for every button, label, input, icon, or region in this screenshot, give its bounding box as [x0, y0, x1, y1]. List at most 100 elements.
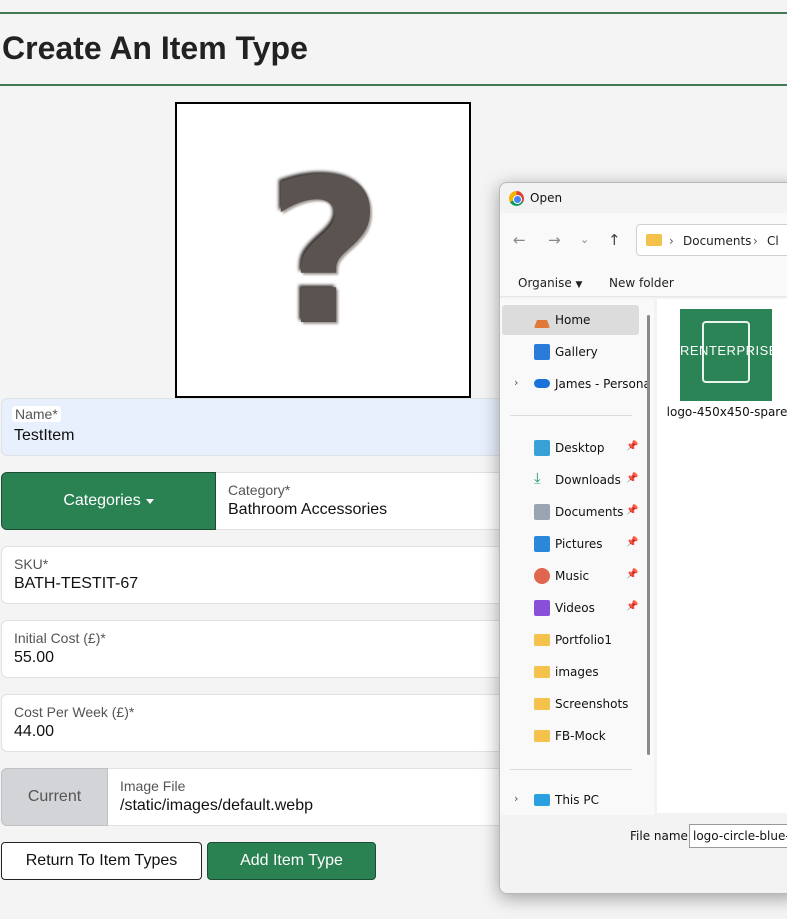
- address-bar[interactable]: › Documents › Cl: [636, 224, 787, 256]
- caret-down-icon: [145, 498, 154, 504]
- page-title: Create An Item Type: [2, 30, 308, 66]
- onedrive-icon: [534, 379, 550, 388]
- pin-icon: 📌: [626, 505, 639, 516]
- nav-item-desktop[interactable]: Desktop 📌: [502, 433, 639, 463]
- categories-button-label: Categories: [63, 492, 141, 509]
- nav-label: James - Persona: [555, 377, 651, 391]
- organise-label: Organise: [518, 276, 572, 290]
- chevron-right-icon: ›: [669, 234, 674, 248]
- sku-input[interactable]: BATH-TESTIT-67: [14, 575, 138, 593]
- pin-icon: 📌: [626, 569, 639, 580]
- nav-item-pictures[interactable]: Pictures 📌: [502, 529, 639, 559]
- dialog-bottom-bar: File name: logo-circle-blue-b: [500, 815, 787, 893]
- folder-icon: [646, 234, 662, 246]
- thumbnail-logo-text: RENTERPRISE: [680, 343, 778, 358]
- video-icon: [534, 600, 550, 616]
- categories-button[interactable]: Categories: [1, 472, 216, 530]
- question-mark-icon: ?: [267, 137, 384, 370]
- name-label: Name*: [12, 406, 61, 422]
- initial-cost-input[interactable]: 55.00: [14, 649, 54, 667]
- file-name-label: File name:: [630, 829, 692, 843]
- nav-scrollbar[interactable]: [647, 315, 650, 755]
- nav-item-onedrive[interactable]: › James - Persona: [502, 369, 651, 399]
- chrome-icon: [509, 191, 524, 206]
- nav-label: FB-Mock: [555, 729, 606, 743]
- pin-icon: 📌: [626, 537, 639, 548]
- dialog-navbar: ← → ⌄ ↑ › Documents › Cl: [500, 213, 787, 267]
- folder-icon: [534, 698, 550, 710]
- chevron-right-icon[interactable]: ›: [514, 376, 518, 389]
- file-list: RENTERPRISE logo-450x450-spare: [657, 299, 787, 813]
- desktop-icon: [534, 440, 550, 456]
- nav-label: Videos: [555, 601, 595, 615]
- top-rule: [0, 12, 787, 14]
- gallery-icon: [534, 344, 550, 360]
- navigation-pane: Home Gallery › James - Persona Desktop 📌…: [500, 299, 654, 815]
- nav-item-gallery[interactable]: Gallery: [502, 337, 639, 367]
- up-arrow-icon[interactable]: ↑: [608, 231, 621, 249]
- nav-item-home[interactable]: Home: [502, 305, 639, 335]
- image-preview: ?: [175, 102, 471, 398]
- nav-item-screenshots[interactable]: Screenshots: [502, 689, 639, 719]
- nav-item-documents[interactable]: Documents 📌: [502, 497, 639, 527]
- chevron-right-icon: ›: [753, 234, 758, 248]
- nav-label: Documents: [555, 505, 624, 519]
- document-icon: [534, 504, 550, 520]
- name-input[interactable]: TestItem: [14, 427, 74, 445]
- back-arrow-icon[interactable]: ←: [513, 231, 526, 249]
- divider: [510, 415, 632, 416]
- sku-label: SKU*: [14, 556, 49, 572]
- dialog-title: Open: [530, 191, 563, 205]
- image-file-label: Image File: [120, 778, 186, 794]
- nav-item-portfolio1[interactable]: Portfolio1: [502, 625, 639, 655]
- caret-down-icon: ▼: [575, 280, 583, 290]
- add-item-type-button[interactable]: Add Item Type: [207, 842, 376, 880]
- music-icon: [534, 568, 550, 584]
- nav-item-music[interactable]: Music 📌: [502, 561, 639, 591]
- chevron-down-icon[interactable]: ⌄: [580, 233, 589, 246]
- return-button[interactable]: Return To Item Types: [1, 842, 202, 880]
- pin-icon: 📌: [626, 601, 639, 612]
- initial-cost-label: Initial Cost (£)*: [14, 630, 106, 646]
- download-icon: ⤓: [534, 469, 541, 487]
- cost-per-week-label: Cost Per Week (£)*: [14, 704, 135, 720]
- folder-icon: [534, 666, 550, 678]
- category-label: Category*: [228, 482, 291, 498]
- current-image-button[interactable]: Current: [1, 768, 108, 826]
- nav-item-this-pc[interactable]: › This PC: [502, 785, 639, 815]
- forward-arrow-icon[interactable]: →: [548, 231, 561, 249]
- pc-icon: [534, 794, 550, 806]
- nav-label: Downloads: [555, 473, 621, 487]
- nav-label: Home: [555, 313, 591, 327]
- file-name[interactable]: logo-450x450-spare: [665, 405, 787, 419]
- dialog-toolbar: Organise ▼ New folder: [500, 267, 787, 297]
- nav-label: Desktop: [555, 441, 605, 455]
- breadcrumb-current[interactable]: Cl: [767, 234, 779, 248]
- file-thumbnail[interactable]: RENTERPRISE: [680, 309, 778, 401]
- organise-menu[interactable]: Organise ▼: [518, 276, 582, 290]
- nav-label: Pictures: [555, 537, 603, 551]
- cost-per-week-input[interactable]: 44.00: [14, 723, 54, 741]
- dialog-titlebar[interactable]: Open: [500, 183, 787, 213]
- nav-item-videos[interactable]: Videos 📌: [502, 593, 639, 623]
- file-name-input[interactable]: logo-circle-blue-b: [689, 824, 787, 848]
- nav-label: images: [555, 665, 599, 679]
- nav-label: Music: [555, 569, 590, 583]
- nav-item-images[interactable]: images: [502, 657, 639, 687]
- chevron-right-icon[interactable]: ›: [514, 792, 518, 805]
- pictures-icon: [534, 536, 550, 552]
- new-folder-button[interactable]: New folder: [609, 276, 674, 290]
- pin-icon: 📌: [626, 441, 639, 452]
- pin-icon: 📌: [626, 473, 639, 484]
- nav-item-fb-mock[interactable]: FB-Mock: [502, 721, 639, 751]
- nav-label: Portfolio1: [555, 633, 612, 647]
- nav-item-downloads[interactable]: ⤓ Downloads 📌: [502, 465, 639, 495]
- folder-icon: [534, 634, 550, 646]
- breadcrumb-documents[interactable]: Documents: [683, 234, 751, 248]
- image-file-input[interactable]: /static/images/default.webp: [120, 797, 313, 815]
- nav-label: Screenshots: [555, 697, 629, 711]
- file-open-dialog[interactable]: Open ← → ⌄ ↑ › Documents › Cl Organise ▼…: [499, 182, 787, 894]
- home-icon: [534, 312, 550, 328]
- nav-label: This PC: [555, 793, 599, 807]
- category-input[interactable]: Bathroom Accessories: [228, 501, 387, 519]
